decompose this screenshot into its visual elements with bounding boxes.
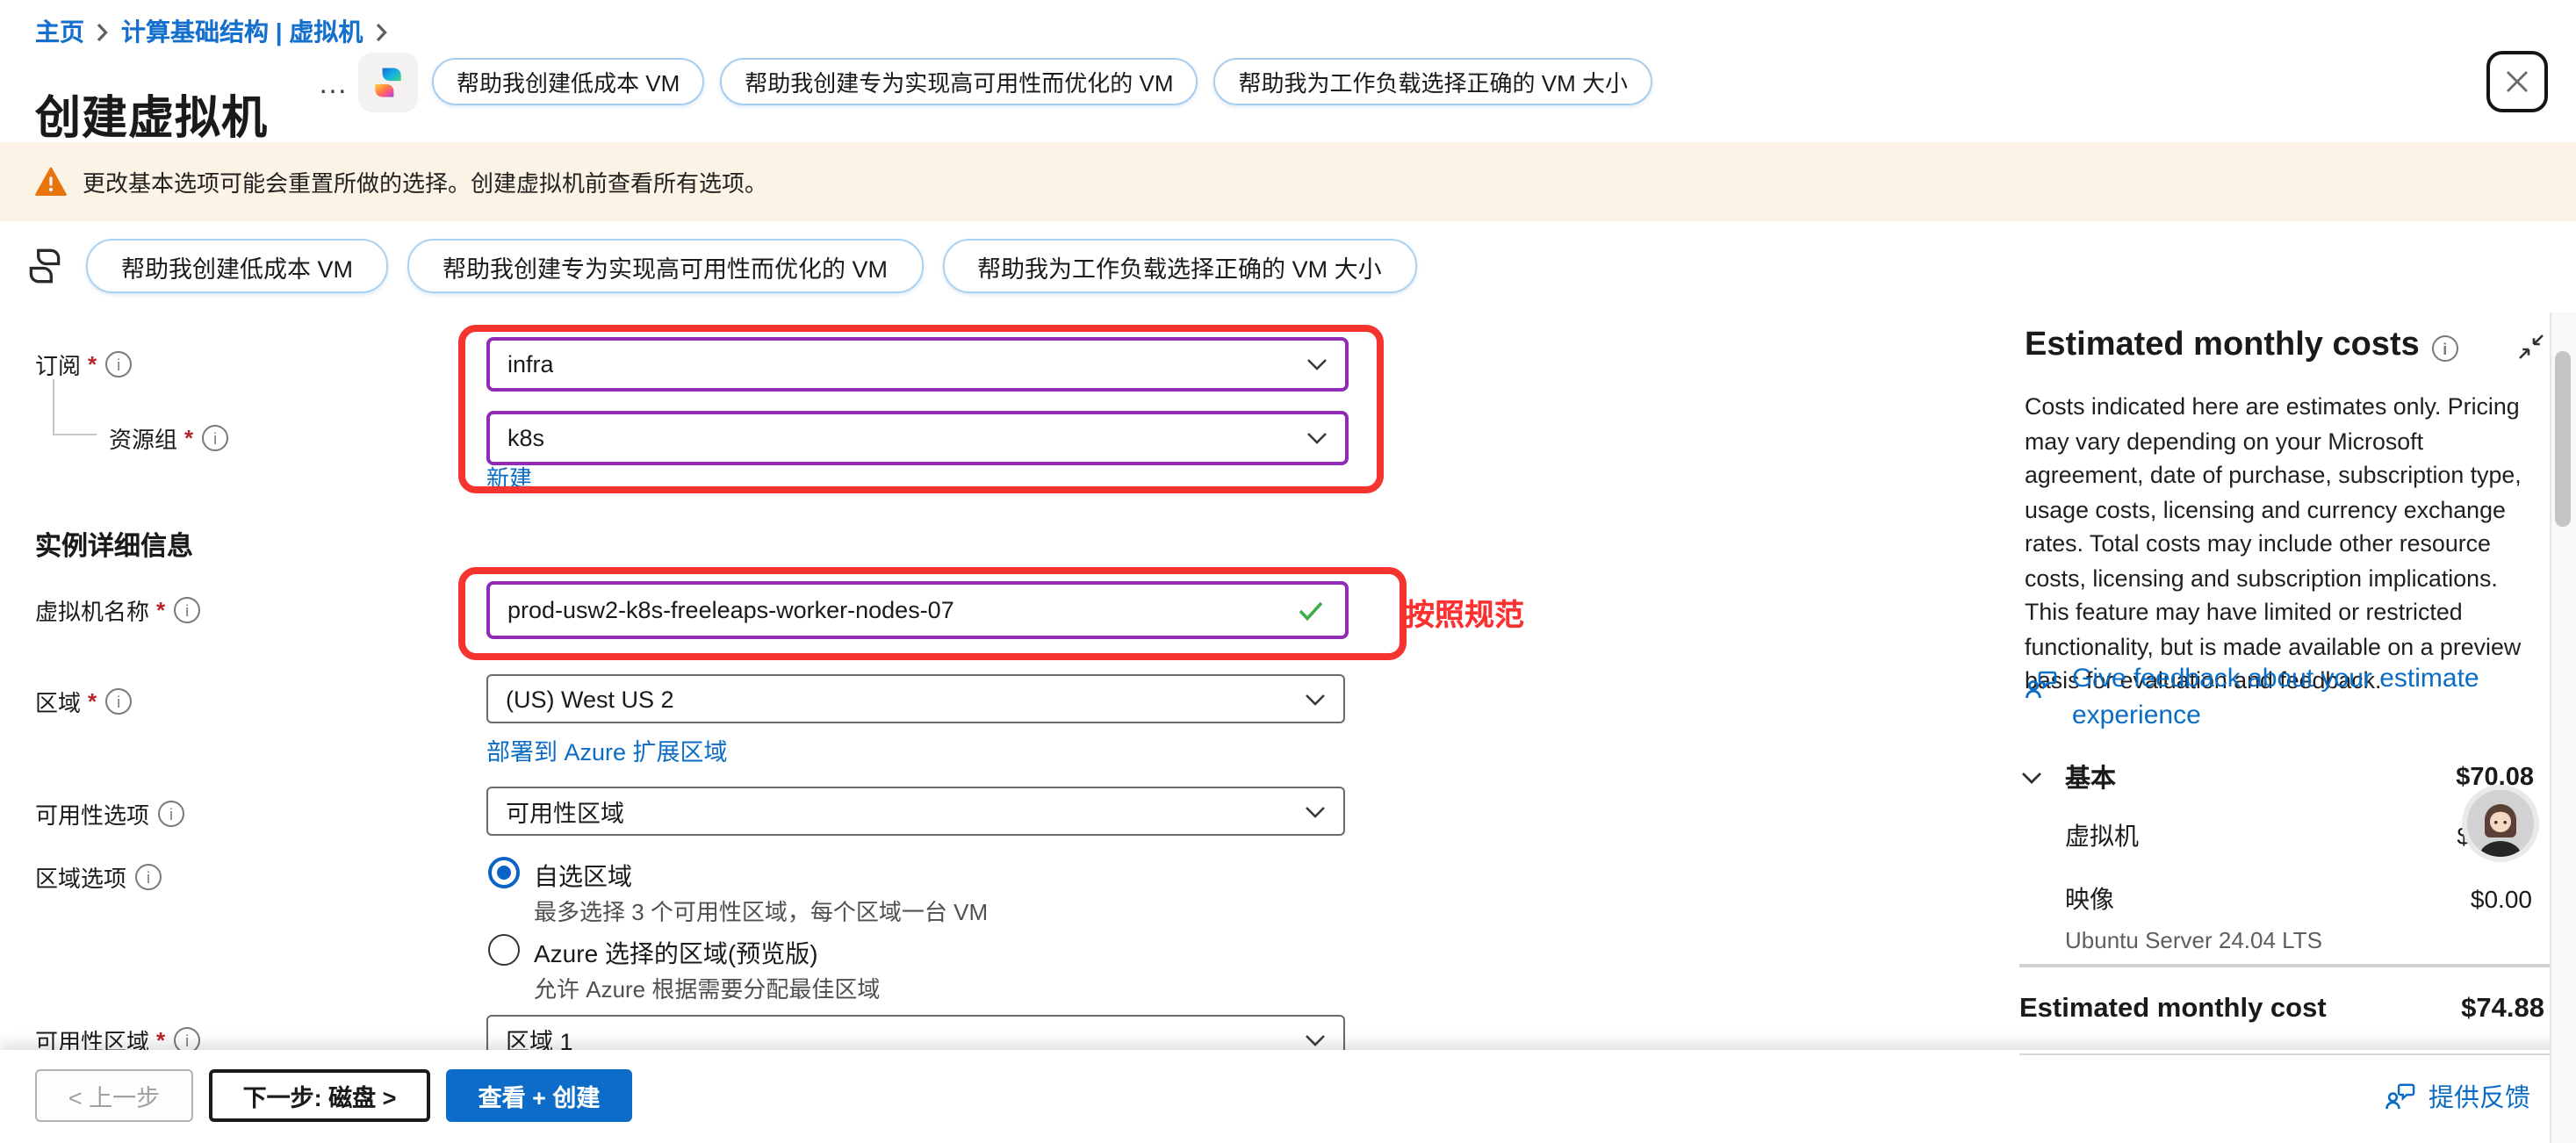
chevron-right-icon [375,22,387,41]
connector-line [53,379,54,434]
region-dropdown[interactable]: (US) West US 2 [486,674,1345,723]
region-value: (US) West US 2 [506,686,674,712]
cost-row-image-sub: Ubuntu Server 24.04 LTS [2065,927,2322,953]
chevron-down-icon [1306,358,1328,370]
suggestion-right-size-button[interactable]: 帮助我为工作负载选择正确的 VM 大小 [942,239,1417,293]
connector-line [53,434,97,435]
copilot-button[interactable] [358,53,418,112]
deploy-extended-zone-link[interactable]: 部署到 Azure 扩展区域 [486,732,728,767]
info-icon[interactable]: i [2432,335,2458,362]
feedback-icon [2025,669,2058,701]
chevron-right-icon [97,22,109,41]
previous-step-button[interactable]: < 上一步 [35,1069,193,1122]
copilot-suggestions-row: 帮助我创建低成本 VM 帮助我创建专为实现高可用性而优化的 VM 帮助我为工作负… [23,239,1417,293]
assistant-avatar[interactable] [2462,785,2539,862]
cost-row-image: 映像 $0.00 [2065,881,2532,917]
subscription-dropdown[interactable]: infra [486,337,1349,392]
azure-selected-zone-radio[interactable] [488,934,520,966]
warning-icon [35,167,67,197]
create-vm-page: 主页 计算基础结构 | 虚拟机 创建虚拟机 … 帮助我创建低成本 [0,0,2576,1143]
estimate-feedback-link[interactable]: Give feedback about your estimate experi… [2025,660,2532,734]
cost-group-label: 基本 [2065,758,2116,795]
give-feedback-button[interactable]: 提供反馈 [2385,1078,2530,1115]
instance-details-heading: 实例详细信息 [35,527,193,564]
chevron-down-icon [1305,693,1326,705]
azure-selected-zone-radio-label[interactable]: Azure 选择的区域(预览版) [534,936,818,971]
suggestion-low-cost-vm-button[interactable]: 帮助我创建低成本 VM [432,58,704,105]
suggestion-low-cost-vm-button[interactable]: 帮助我创建低成本 VM [86,239,388,293]
scrollbar-track[interactable] [2550,313,2576,1143]
cost-group-row: 基本 $70.08 [2021,758,2534,795]
self-selected-zone-description: 最多选择 3 个可用性区域，每个区域一台 VM [534,894,988,927]
self-selected-zone-radio-label[interactable]: 自选区域 [534,859,632,894]
divider [2019,964,2551,967]
region-label: 区域* i [35,685,132,718]
warning-banner: 更改基本选项可能会重置所做的选择。创建虚拟机前查看所有选项。 [0,142,2576,221]
subscription-value: infra [507,351,554,377]
copilot-icon [369,63,407,102]
estimated-monthly-cost-row: Estimated monthly cost $74.88 [2019,994,2544,1025]
feedback-icon [2385,1082,2416,1111]
breadcrumb-home-link[interactable]: 主页 [35,14,84,49]
availability-options-label: 可用性选项 i [35,797,184,830]
availability-options-dropdown[interactable]: 可用性区域 [486,787,1345,836]
info-icon[interactable]: i [158,801,184,827]
estimated-costs-title: Estimated monthly costs i [2025,327,2458,365]
chevron-down-icon [1305,805,1326,817]
info-icon[interactable]: i [105,351,132,377]
info-icon[interactable]: i [135,864,162,890]
next-step-disks-button[interactable]: 下一步: 磁盘 > [209,1069,430,1122]
azure-selected-zone-description: 允许 Azure 根据需要分配最佳区域 [534,971,880,1004]
vm-name-label: 虚拟机名称* i [35,593,200,627]
suggestion-right-size-button[interactable]: 帮助我为工作负载选择正确的 VM 大小 [1214,58,1652,105]
breadcrumb: 主页 计算基础结构 | 虚拟机 [35,14,387,49]
cost-disclaimer-text: Costs indicated here are estimates only.… [2025,390,2539,698]
valid-check-icon [1298,600,1324,621]
review-create-button[interactable]: 查看 + 创建 [446,1069,632,1122]
self-selected-zone-radio[interactable] [488,857,520,888]
warning-text: 更改基本选项可能会重置所做的选择。创建虚拟机前查看所有选项。 [83,165,767,198]
info-icon[interactable]: i [105,688,132,715]
scrollbar-thumb[interactable] [2555,351,2571,527]
chevron-down-icon [1305,1033,1326,1046]
subscription-label: 订阅* i [35,348,132,381]
suggestion-high-availability-button[interactable]: 帮助我创建专为实现高可用性而优化的 VM [720,58,1198,105]
close-icon [2506,70,2529,93]
wizard-footer: < 上一步 下一步: 磁盘 > 查看 + 创建 [0,1050,2576,1143]
copilot-suggestions-top: 帮助我创建低成本 VM 帮助我创建专为实现高可用性而优化的 VM 帮助我为工作负… [432,58,1652,105]
copilot-outline-icon [23,244,67,288]
page-title: 创建虚拟机 [35,83,268,148]
create-new-resource-group-link[interactable]: 新建 [486,460,532,493]
resource-group-dropdown[interactable]: k8s [486,411,1349,465]
zone-options-label: 区域选项 i [35,860,162,894]
resource-group-value: k8s [507,425,544,451]
close-button[interactable] [2486,51,2548,112]
resource-group-label: 资源组* i [109,421,228,455]
availability-options-value: 可用性区域 [506,794,624,829]
info-icon[interactable]: i [202,425,228,451]
suggestion-high-availability-button[interactable]: 帮助我创建专为实现高可用性而优化的 VM [407,239,923,293]
chevron-down-icon [1306,432,1328,444]
collapse-panel-icon[interactable] [2518,334,2544,360]
annotation-text: 按照规范 [1405,590,1524,634]
vm-name-value: prod-usw2-k8s-freeleaps-worker-nodes-07 [507,597,954,623]
chevron-down-icon[interactable] [2021,770,2042,784]
info-icon[interactable]: i [174,597,200,623]
more-menu-button[interactable]: … [318,67,349,102]
divider [2019,1053,2551,1055]
breadcrumb-vm-link[interactable]: 计算基础结构 | 虚拟机 [121,14,363,49]
vm-name-input[interactable]: prod-usw2-k8s-freeleaps-worker-nodes-07 [486,581,1349,639]
